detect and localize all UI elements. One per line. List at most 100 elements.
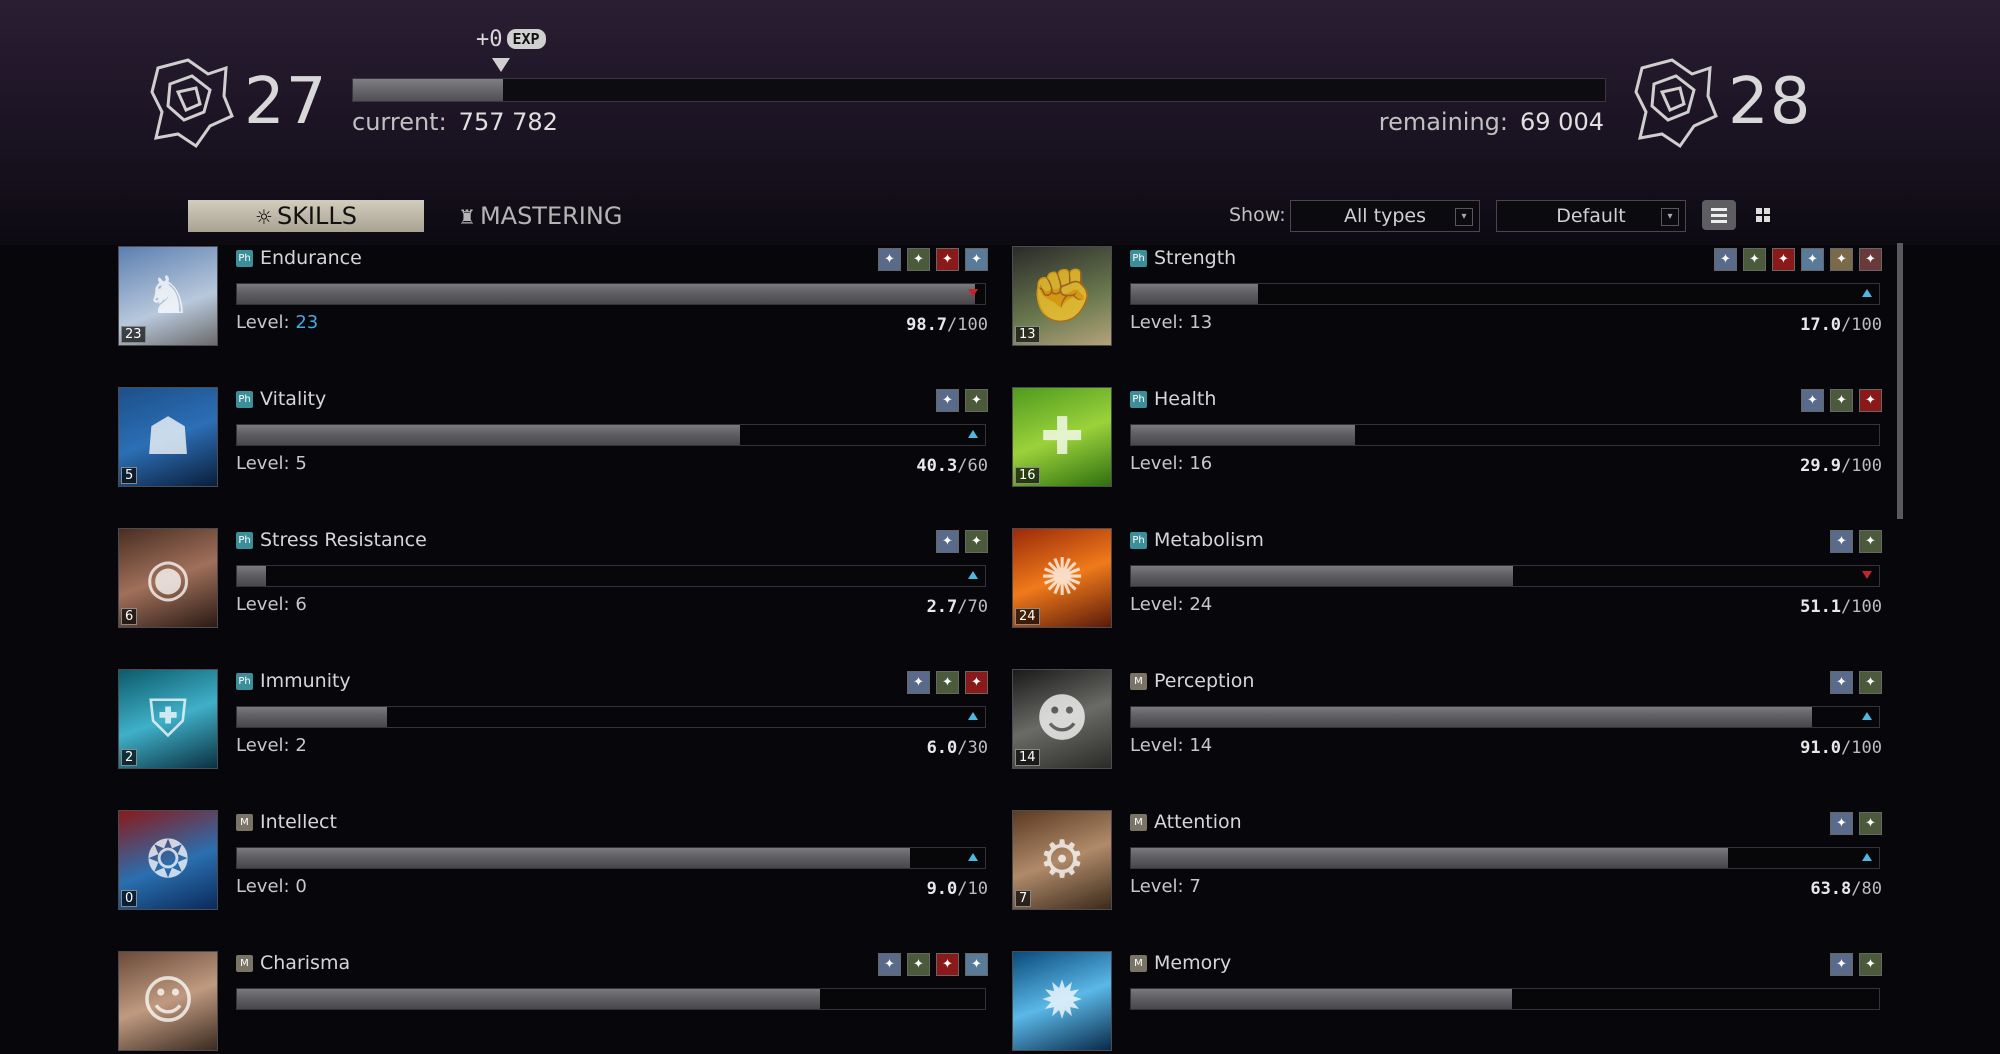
perk-icon[interactable]: ✦ (965, 953, 988, 976)
skill-name: Stress Resistance (260, 529, 427, 551)
skill-level-badge: 6 (121, 608, 138, 625)
skill-card[interactable]: ♞ 23 Ph Endurance ✦ ✦ ✦ ✦ Level: 23 98.7/10… (118, 244, 988, 349)
grid-view-button[interactable] (1746, 200, 1780, 230)
trophy-icon: ♜ (458, 205, 476, 229)
skill-category-badge: M (236, 814, 253, 831)
perk-icon[interactable]: ✦ (878, 248, 901, 271)
progress-down-icon (1862, 571, 1872, 579)
skill-level-badge: 2 (121, 749, 138, 766)
perk-icon[interactable]: ✦ (936, 248, 959, 271)
skill-card[interactable]: ☗ 5 Ph Vitality ✦ ✦ Level: 5 40.3/60 (118, 385, 988, 490)
sort-select[interactable]: Default ▾ (1496, 200, 1686, 232)
perk-icon[interactable]: ✦ (1743, 248, 1766, 271)
skill-card[interactable]: ⛨ 2 Ph Immunity ✦ ✦ ✦ Level: 2 6.0/30 (118, 667, 988, 772)
tab-mastering[interactable]: ♜ MASTERING (458, 200, 628, 232)
skill-name: Immunity (260, 670, 351, 692)
perk-icon[interactable]: ✦ (1859, 671, 1882, 694)
perk-icon[interactable]: ✦ (936, 953, 959, 976)
perk-icon[interactable]: ✦ (965, 389, 988, 412)
skill-card[interactable]: ☻ 14 M Perception ✦ ✦ Level: 14 91.0/100 (1012, 667, 1882, 772)
tab-skills[interactable]: ☼ SKILLS (188, 200, 424, 232)
skill-card[interactable]: ❂ 0 M Intellect Level: 0 9.0/10 (118, 808, 988, 913)
list-view-button[interactable] (1702, 200, 1736, 230)
perk-icon[interactable]: ✦ (1772, 248, 1795, 271)
skill-category-badge: Ph (236, 673, 253, 690)
skill-level-label: Level: (236, 876, 290, 897)
skill-level-value: 2 (295, 735, 307, 756)
perk-icon[interactable]: ✦ (936, 530, 959, 553)
skill-thumbnail: ⚙ 7 (1012, 810, 1112, 910)
progress-down-icon (968, 289, 978, 297)
skill-level: Level: 16 (1130, 453, 1212, 474)
perk-icon[interactable]: ✦ (1830, 530, 1853, 553)
perk-icon[interactable]: ✦ (907, 953, 930, 976)
tab-skills-label: SKILLS (276, 202, 357, 230)
skill-level-badge: 0 (121, 890, 138, 907)
perk-icon[interactable]: ✦ (965, 248, 988, 271)
progress-up-icon (968, 712, 978, 720)
perk-icon[interactable]: ✦ (1830, 671, 1853, 694)
skill-card[interactable]: ✚ 16 Ph Health ✦ ✦ ✦ Level: 16 29.9/100 (1012, 385, 1882, 490)
skill-thumbnail: ☺ (118, 951, 218, 1051)
perk-icon[interactable]: ✦ (1830, 953, 1853, 976)
perk-icon[interactable]: ✦ (878, 953, 901, 976)
type-select[interactable]: All types ▾ (1290, 200, 1480, 232)
skill-level-label: Level: (236, 735, 290, 756)
skill-level-label: Level: (1130, 594, 1184, 615)
skill-progress-max: /80 (1851, 879, 1882, 899)
perk-icon[interactable]: ✦ (1859, 389, 1882, 412)
perk-icon[interactable]: ✦ (965, 530, 988, 553)
perk-icon[interactable]: ✦ (907, 248, 930, 271)
skill-level-label: Level: (236, 594, 290, 615)
tab-mastering-label: MASTERING (479, 202, 623, 230)
experience-bar (352, 78, 1606, 102)
current-exp-label: current: (352, 108, 447, 136)
skill-progress-text: 91.0/100 (1800, 738, 1882, 758)
skill-progress-text: 51.1/100 (1800, 597, 1882, 617)
chevron-down-icon: ▾ (1455, 208, 1473, 226)
perk-icon[interactable]: ✦ (1859, 812, 1882, 835)
perk-icon[interactable]: ✦ (1714, 248, 1737, 271)
perk-icon[interactable]: ✦ (1859, 530, 1882, 553)
progress-up-icon (968, 430, 978, 438)
skill-progress-max: /100 (1841, 315, 1882, 335)
skills-scrollbar[interactable] (1897, 243, 1903, 519)
perk-icon[interactable]: ✦ (965, 671, 988, 694)
perk-icon[interactable]: ✦ (1830, 812, 1853, 835)
skill-level: Level: 0 (236, 876, 307, 897)
remaining-exp-value: 69 004 (1520, 108, 1604, 136)
perk-icon[interactable]: ✦ (936, 671, 959, 694)
perk-icon[interactable]: ✦ (1859, 953, 1882, 976)
perk-icon[interactable]: ✦ (1830, 248, 1853, 271)
perk-icon[interactable]: ✦ (1801, 248, 1824, 271)
skill-progress-text: 6.0/30 (927, 738, 988, 758)
skill-progress-max: /100 (1841, 738, 1882, 758)
skill-card[interactable]: ✺ 24 Ph Metabolism ✦ ✦ Level: 24 51.1/100 (1012, 526, 1882, 631)
skill-thumbnail: ✊ 13 (1012, 246, 1112, 346)
skill-level: Level: 5 (236, 453, 307, 474)
skill-progress-fill (237, 707, 387, 727)
progress-up-icon (968, 853, 978, 861)
skill-card[interactable]: ⚙ 7 M Attention ✦ ✦ Level: 7 63.8/80 (1012, 808, 1882, 913)
type-select-value: All types (1344, 205, 1426, 227)
skill-card[interactable]: ✊ 13 Ph Strength ✦ ✦ ✦ ✦ ✦ ✦ Level: 13 17.0/1… (1012, 244, 1882, 349)
perk-icon[interactable]: ✦ (1801, 389, 1824, 412)
skill-level-badge: 14 (1015, 749, 1040, 766)
skill-progress-current: 98.7 (906, 315, 948, 335)
skill-thumbnail: ☗ 5 (118, 387, 218, 487)
perk-icon[interactable]: ✦ (1830, 389, 1853, 412)
perk-icon[interactable]: ✦ (1859, 248, 1882, 271)
skill-card[interactable]: ☺ M Charisma ✦ ✦ ✦ ✦ (118, 949, 988, 1054)
perk-icon[interactable]: ✦ (907, 671, 930, 694)
perk-icon[interactable]: ✦ (936, 389, 959, 412)
skill-level-badge: 24 (1015, 608, 1040, 625)
skill-name: Vitality (260, 388, 327, 410)
sort-select-value: Default (1556, 205, 1626, 227)
chevron-down-icon: ▾ (1661, 208, 1679, 226)
skill-progress-fill (1131, 848, 1728, 868)
skill-card[interactable]: ✹ M Memory ✦ ✦ (1012, 949, 1882, 1054)
skill-category-badge: Ph (236, 391, 253, 408)
skill-progress-fill (1131, 707, 1812, 727)
skill-category-badge: M (1130, 814, 1147, 831)
skill-card[interactable]: ◉ 6 Ph Stress Resistance ✦ ✦ Level: 6 2.7… (118, 526, 988, 631)
